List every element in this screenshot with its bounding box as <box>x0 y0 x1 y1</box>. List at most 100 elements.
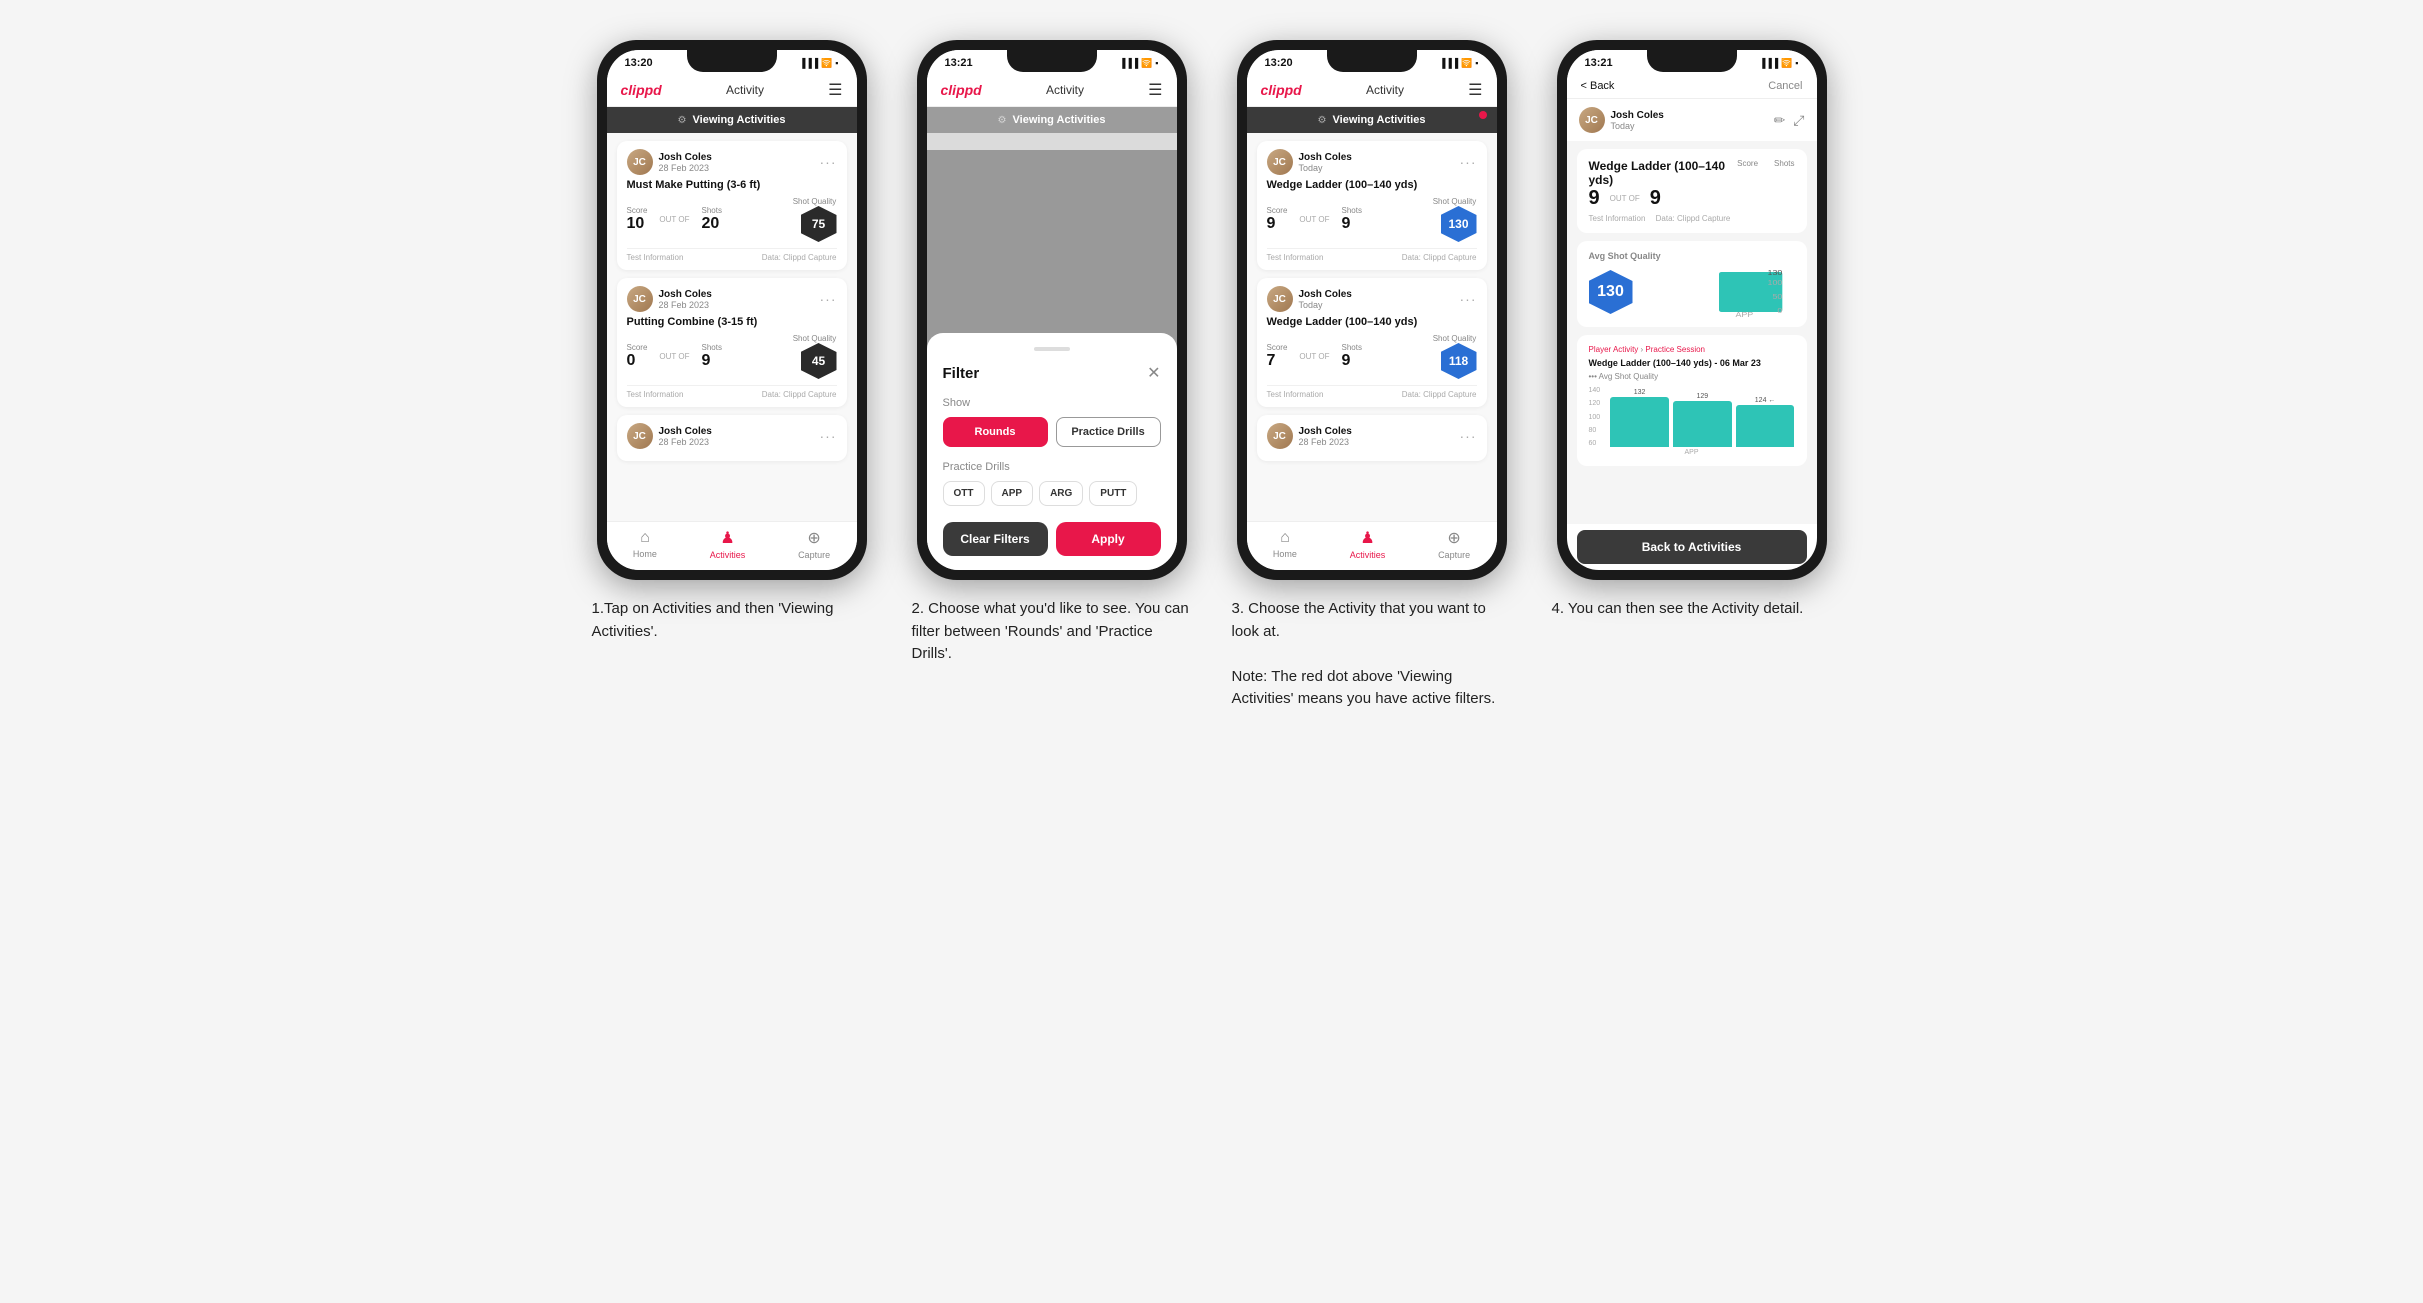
drill-ott[interactable]: OTT <box>943 481 985 506</box>
dots-menu-3-3[interactable]: ··· <box>1460 428 1477 444</box>
bar-chart-4: 140 120 100 80 60 132 <box>1589 387 1795 447</box>
bar-col-2: 129 <box>1673 393 1732 447</box>
dots-menu-1-2[interactable]: ··· <box>820 291 837 307</box>
settings-icon-1: ⚙ <box>678 115 687 126</box>
bottom-nav-activities-1[interactable]: ♟ Activities <box>710 528 746 560</box>
clear-filters-btn[interactable]: Clear Filters <box>943 522 1048 556</box>
status-time-2: 13:21 <box>945 57 973 69</box>
phone-col-4: 13:21 ▐▐▐ 🛜 ▪ < Back Cancel JC Josh <box>1547 40 1837 621</box>
bar-col-1: 132 <box>1610 389 1669 447</box>
wifi-icon: 🛜 <box>821 58 832 69</box>
drill-app[interactable]: APP <box>991 481 1034 506</box>
va-text-2: Viewing Activities <box>1013 114 1106 126</box>
hamburger-3[interactable]: ☰ <box>1468 80 1482 100</box>
user-info-3-3: JC Josh Coles 28 Feb 2023 <box>1267 423 1352 449</box>
avatar-3-2: JC <box>1267 286 1293 312</box>
card-header-1-1: JC Josh Coles 28 Feb 2023 ··· <box>627 149 837 175</box>
bottom-nav-capture-1[interactable]: ⊕ Capture <box>798 528 830 560</box>
back-to-activities-btn-4[interactable]: Back to Activities <box>1577 530 1807 564</box>
back-btn-4[interactable]: < Back <box>1581 80 1615 92</box>
card-header-1-3: JC Josh Coles 28 Feb 2023 ··· <box>627 423 837 449</box>
drill-putt[interactable]: PUTT <box>1089 481 1137 506</box>
footer-info-right-1-2: Data: Clippd Capture <box>762 390 837 399</box>
activity-card-3-1[interactable]: JC Josh Coles Today ··· Wedge Ladder (10… <box>1257 141 1487 270</box>
activity-card-3-3[interactable]: JC Josh Coles 28 Feb 2023 ··· <box>1257 415 1487 461</box>
rounds-btn[interactable]: Rounds <box>943 417 1048 447</box>
hamburger-2[interactable]: ☰ <box>1148 80 1162 100</box>
bottom-nav-1: ⌂ Home ♟ Activities ⊕ Capture <box>607 521 857 570</box>
x-label-4: APP <box>1589 449 1795 456</box>
nav-title-1: Activity <box>726 83 764 97</box>
status-icons-2: ▐▐▐ 🛜 ▪ <box>1119 58 1159 69</box>
stat-group-score-3-1: Score 9 <box>1267 206 1288 233</box>
avatar-1-3: JC <box>627 423 653 449</box>
user-name-1-2: Josh Coles <box>659 289 712 300</box>
card-header-3-1: JC Josh Coles Today ··· <box>1267 149 1477 175</box>
filter-sheet-2: Filter ✕ Show Rounds Practice Drills Pra… <box>927 333 1177 570</box>
bar-1 <box>1610 397 1669 447</box>
bar-val-1: 132 <box>1634 389 1646 396</box>
cancel-btn-4[interactable]: Cancel <box>1768 80 1802 92</box>
user-date-3-1: Today <box>1299 163 1352 173</box>
viewing-activities-bar-1[interactable]: ⚙ Viewing Activities <box>607 107 857 133</box>
filter-close-btn[interactable]: ✕ <box>1147 363 1160 383</box>
bottom-nav-home-3[interactable]: ⌂ Home <box>1273 529 1297 559</box>
phone-screen-2: 13:21 ▐▐▐ 🛜 ▪ clippd Activity ☰ ⚙ Viewin… <box>927 50 1177 570</box>
user-date-1-2: 28 Feb 2023 <box>659 300 712 310</box>
avatar-1-2: JC <box>627 286 653 312</box>
phone-col-3: 13:20 ▐▐▐ 🛜 ▪ clippd Activity ☰ ⚙ Viewin… <box>1227 40 1517 711</box>
activity-card-1-2[interactable]: JC Josh Coles 28 Feb 2023 ··· Putting Co… <box>617 278 847 407</box>
practice-drills-label-2: Practice Drills <box>943 461 1161 473</box>
bottom-nav-capture-3[interactable]: ⊕ Capture <box>1438 528 1470 560</box>
phone-col-1: 13:20 ▐▐▐ 🛜 ▪ clippd Activity ☰ ⚙ Viewin… <box>587 40 877 643</box>
filter-title-2: Filter <box>943 365 980 382</box>
status-icons-3: ▐▐▐ 🛜 ▪ <box>1439 58 1479 69</box>
bottom-nav-activities-3[interactable]: ♟ Activities <box>1350 528 1386 560</box>
drill-arg[interactable]: ARG <box>1039 481 1083 506</box>
user-info-1-2: JC Josh Coles 28 Feb 2023 <box>627 286 712 312</box>
detail-user-info-4: JC Josh Coles Today <box>1579 107 1664 133</box>
filter-actions: Clear Filters Apply <box>943 522 1161 556</box>
detail-sq-card-4: Avg Shot Quality 130 130 100 50 0 <box>1577 241 1807 327</box>
viewing-activities-bar-3[interactable]: ⚙ Viewing Activities <box>1247 107 1497 133</box>
notch-2 <box>1007 50 1097 72</box>
sq-hex-1-1: 75 <box>801 206 837 242</box>
activity-card-1-3[interactable]: JC Josh Coles 28 Feb 2023 ··· <box>617 415 847 461</box>
dots-menu-3-1[interactable]: ··· <box>1460 154 1477 170</box>
user-date-3-2: Today <box>1299 300 1352 310</box>
user-details-3-3: Josh Coles 28 Feb 2023 <box>1299 426 1352 447</box>
activity-card-1-1[interactable]: JC Josh Coles 28 Feb 2023 ··· Must Make … <box>617 141 847 270</box>
y-axis-4: 140 120 100 80 60 <box>1589 387 1603 447</box>
card-header-3-3: JC Josh Coles 28 Feb 2023 ··· <box>1267 423 1477 449</box>
signal-icon-3: ▐▐▐ <box>1439 58 1458 68</box>
home-icon-3: ⌂ <box>1280 529 1290 547</box>
capture-icon-1: ⊕ <box>807 528 820 548</box>
bottom-nav-3: ⌂ Home ♟ Activities ⊕ Capture <box>1247 521 1497 570</box>
card-footer-1-1: Test Information Data: Clippd Capture <box>627 248 837 262</box>
dots-menu-1-1[interactable]: ··· <box>820 154 837 170</box>
home-icon-1: ⌂ <box>640 529 650 547</box>
footer-info-right-1-1: Data: Clippd Capture <box>762 253 837 262</box>
bottom-nav-home-1[interactable]: ⌂ Home <box>633 529 657 559</box>
user-name-1-1: Josh Coles <box>659 152 712 163</box>
apply-btn[interactable]: Apply <box>1056 522 1161 556</box>
avatar-3-3: JC <box>1267 423 1293 449</box>
detail-stats-row-4: 9 OUT OF 9 <box>1589 187 1795 210</box>
detail-user-name-4: Josh Coles <box>1611 110 1664 121</box>
nav-title-3: Activity <box>1366 83 1404 97</box>
user-details-4: Josh Coles Today <box>1611 110 1664 131</box>
svg-text:100: 100 <box>1767 279 1782 287</box>
activity-card-3-2[interactable]: JC Josh Coles Today ··· Wedge Ladder (10… <box>1257 278 1487 407</box>
card-footer-1-2: Test Information Data: Clippd Capture <box>627 385 837 399</box>
battery-icon: ▪ <box>835 58 838 68</box>
edit-icon-4[interactable]: ✏ <box>1774 112 1786 129</box>
dots-menu-1-3[interactable]: ··· <box>820 428 837 444</box>
signal-icon-2: ▐▐▐ <box>1119 58 1138 68</box>
dots-menu-3-2[interactable]: ··· <box>1460 291 1477 307</box>
signal-icon-4: ▐▐▐ <box>1759 58 1778 68</box>
expand-icon-4[interactable]: ⤢ <box>1793 112 1804 129</box>
activities-icon-3: ♟ <box>1360 528 1374 548</box>
bar-3 <box>1736 405 1795 447</box>
practice-drills-btn[interactable]: Practice Drills <box>1056 417 1161 447</box>
hamburger-1[interactable]: ☰ <box>828 80 842 100</box>
